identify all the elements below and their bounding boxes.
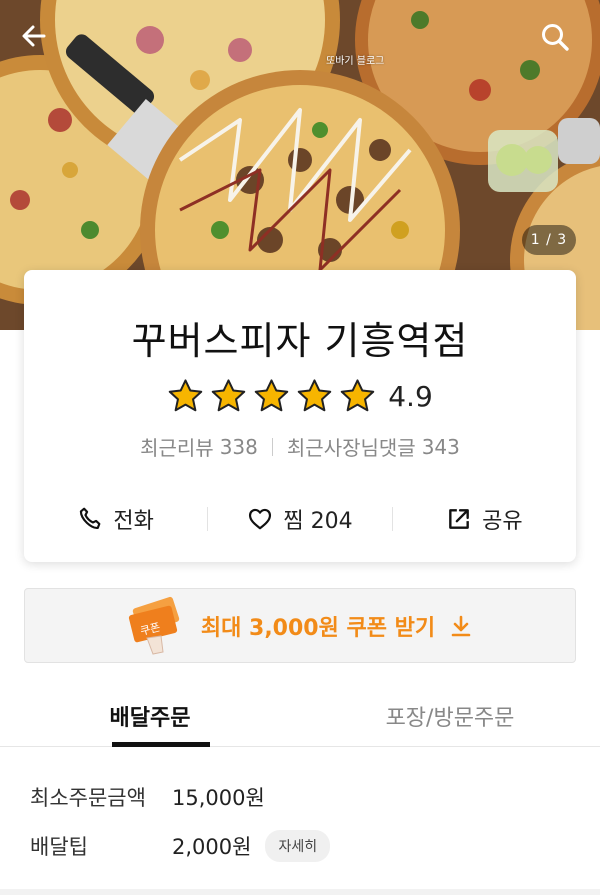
tab-pickup[interactable]: 포장/방문주문 [300, 685, 600, 746]
image-counter: 1 / 3 [522, 225, 576, 255]
coupon-label: 최대 3,000원 쿠폰 받기 [200, 615, 436, 641]
coupon-ticket-icon: 쿠폰 [128, 596, 180, 655]
owner-replies-label[interactable]: 최근사장님댓글 [287, 432, 416, 461]
action-bar: 전화 찜 204 공유 [24, 496, 576, 542]
review-stats: 최근리뷰 338 최근사장님댓글 343 [24, 432, 576, 461]
rating-value: 4.9 [388, 380, 433, 413]
delivery-tip-label: 배달팁 [30, 835, 88, 859]
tip-detail-button[interactable]: 자세히 [265, 830, 331, 862]
order-type-tabs: 배달주문 포장/방문주문 [0, 685, 600, 747]
share-button[interactable]: 공유 [393, 503, 576, 535]
star-icon [212, 379, 246, 412]
star-icon [255, 379, 289, 412]
recent-reviews-count[interactable]: 338 [220, 435, 258, 459]
call-label: 전화 [113, 509, 154, 534]
store-name: 꾸버스피자 기흥역점 [131, 319, 469, 363]
like-button[interactable]: 찜 204 [208, 503, 391, 535]
delivery-tip-value: 2,000원 [172, 835, 252, 859]
coupon-button[interactable]: 쿠폰 최대 3,000원 쿠폰 받기 [24, 588, 576, 663]
heart-icon [249, 508, 272, 530]
search-button[interactable] [540, 22, 580, 62]
download-icon [451, 615, 471, 636]
star-icon [341, 379, 375, 412]
search-icon [542, 24, 569, 51]
share-label: 공유 [482, 509, 523, 534]
call-button[interactable]: 전화 [24, 503, 207, 535]
like-label: 찜 204 [283, 509, 353, 534]
star-icon [169, 379, 203, 412]
store-info-card: 꾸버스피자 기흥역점 4.9 최근리뷰 338 최근사장님댓글 343 전화 찜… [24, 270, 576, 562]
min-order-value: 15,000원 [172, 786, 265, 810]
arrow-left-icon [22, 25, 46, 47]
owner-replies-count[interactable]: 343 [422, 435, 460, 459]
photo-watermark: 또바기 블로그 [326, 56, 385, 67]
share-icon [449, 509, 469, 529]
phone-icon [80, 507, 101, 529]
star-icon [298, 379, 332, 412]
back-button[interactable] [20, 22, 60, 62]
section-divider [0, 889, 600, 895]
delivery-tip-row: 배달팁 2,000원 자세히 [30, 830, 331, 862]
rating-row: 4.9 [24, 378, 576, 415]
tab-delivery[interactable]: 배달주문 [0, 685, 300, 747]
recent-reviews-label[interactable]: 최근리뷰 [140, 432, 214, 461]
min-order-label: 최소주문금액 [30, 786, 146, 810]
min-order-row: 최소주문금액 15,000원 [30, 782, 265, 812]
divider [271, 437, 273, 456]
